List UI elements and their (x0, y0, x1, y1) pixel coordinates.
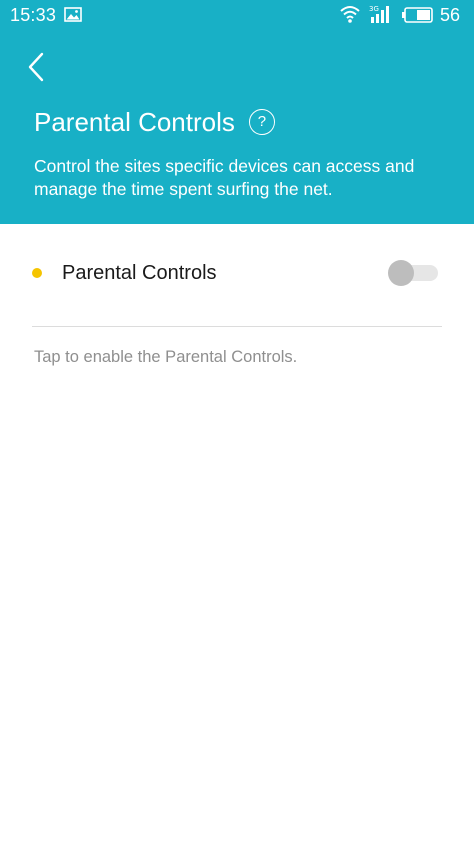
toggle-knob (388, 260, 414, 286)
signal-icon: 3G (369, 5, 389, 23)
back-button[interactable] (22, 50, 52, 84)
page-header: Parental Controls ? Control the sites sp… (0, 30, 474, 224)
parental-controls-toggle[interactable] (388, 260, 440, 286)
wifi-icon (340, 6, 360, 23)
battery-icon (402, 7, 433, 23)
help-icon[interactable]: ? (248, 109, 275, 135)
battery-level: 56 (440, 5, 461, 25)
title-row: Parental Controls ? (34, 104, 275, 140)
status-bar: 15:33 3G 56 (0, 0, 474, 30)
page-title: Parental Controls (34, 107, 235, 137)
status-dot (32, 268, 42, 278)
network-type-label: 3G (369, 5, 379, 13)
page-description: Control the sites specific devices can a… (34, 156, 415, 199)
status-time: 15:33 (10, 5, 57, 25)
parental-controls-label: Parental Controls (62, 262, 217, 284)
image-icon (64, 7, 82, 22)
parental-controls-setting-row: Parental Controls (0, 224, 474, 326)
divider (32, 326, 442, 327)
enable-hint-text: Tap to enable the Parental Controls. (34, 348, 298, 366)
